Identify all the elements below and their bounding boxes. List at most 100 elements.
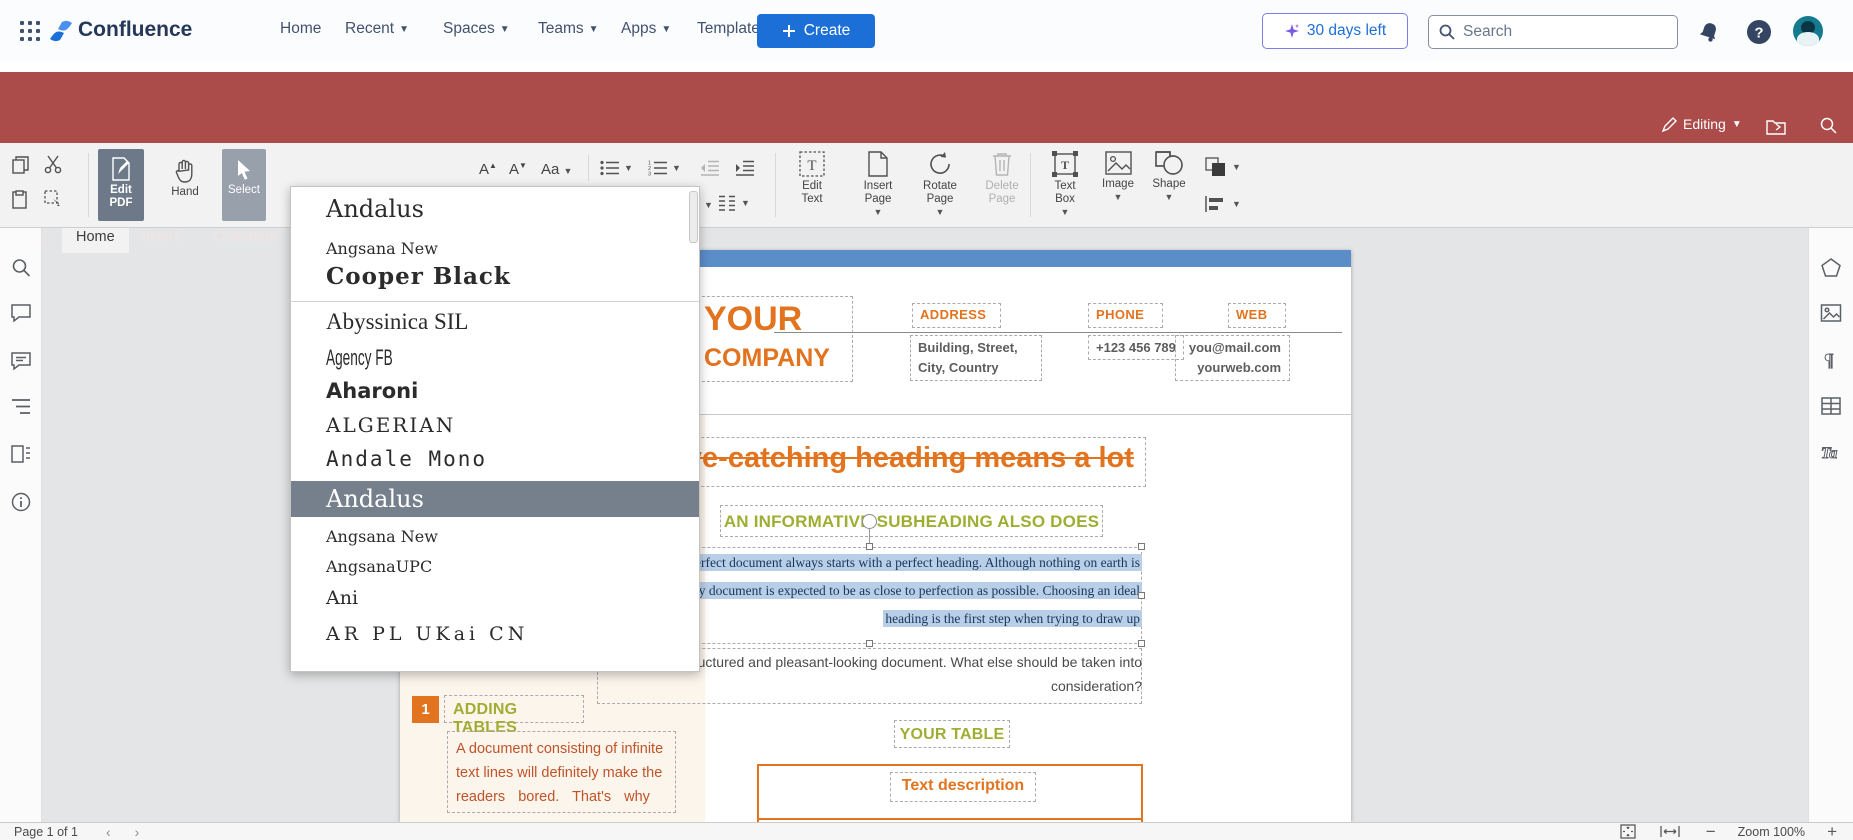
align-shape-button[interactable]: ▼ bbox=[1205, 195, 1241, 213]
image-button[interactable]: Image ▼ bbox=[1094, 151, 1142, 204]
open-file-location-icon[interactable] bbox=[1766, 118, 1786, 135]
sidebar-thumbnails-icon[interactable] bbox=[11, 445, 31, 463]
font-option[interactable]: AR PL UKai CN bbox=[291, 623, 700, 645]
paragraph-settings-icon[interactable]: ¶ bbox=[1823, 350, 1839, 369]
next-page-icon[interactable]: › bbox=[135, 824, 140, 840]
sidebar-comments-icon[interactable] bbox=[11, 304, 31, 323]
numbered-list-button[interactable]: 123 ▼ bbox=[648, 160, 681, 176]
insert-columns-button[interactable]: ▼ bbox=[718, 195, 750, 211]
decrease-font-size-button[interactable]: A▼ bbox=[509, 161, 527, 178]
section-title[interactable]: ADDING TABLES bbox=[444, 695, 584, 723]
resize-handle-s[interactable] bbox=[866, 640, 873, 647]
help-icon[interactable]: ? bbox=[1744, 17, 1774, 47]
copy-icon[interactable] bbox=[12, 156, 29, 174]
rotate-page-button[interactable]: RotatePage ▼ bbox=[914, 151, 966, 219]
nav-apps[interactable]: Apps▼ bbox=[621, 20, 671, 38]
text-art-settings-icon[interactable]: Ta bbox=[1820, 443, 1842, 461]
table-title[interactable]: YOUR TABLE bbox=[894, 720, 1010, 748]
fit-width-icon[interactable] bbox=[1660, 825, 1680, 838]
change-case-button[interactable]: Aa ▼ bbox=[541, 161, 572, 178]
increase-indent-button[interactable] bbox=[735, 160, 755, 176]
nav-recent[interactable]: Recent▼ bbox=[345, 20, 409, 38]
find-icon[interactable] bbox=[1820, 117, 1837, 134]
font-option-recent[interactable]: Andalus bbox=[291, 195, 700, 223]
contact-web-value[interactable]: you@mail.comyourweb.com bbox=[1175, 335, 1290, 381]
resize-handle-se[interactable] bbox=[1138, 640, 1145, 647]
previous-page-icon[interactable]: ‹ bbox=[106, 824, 111, 840]
contact-address-label[interactable]: ADDRESS bbox=[912, 303, 1001, 328]
resize-handle-n[interactable] bbox=[866, 543, 873, 550]
sidebar-about-icon[interactable] bbox=[11, 492, 31, 512]
editor-menu-row: File Home Insert Comment View Plugins Ed… bbox=[0, 110, 1853, 143]
cut-icon[interactable] bbox=[44, 155, 63, 174]
sidebar-search-icon[interactable] bbox=[11, 258, 30, 277]
search-input[interactable]: Search bbox=[1428, 15, 1678, 49]
font-option[interactable]: ALGERIAN bbox=[291, 413, 700, 437]
font-option[interactable]: Andale Mono bbox=[291, 447, 700, 471]
pencil-icon bbox=[1662, 117, 1677, 132]
bullet-list-button[interactable]: ▼ bbox=[600, 160, 633, 176]
contact-phone-label[interactable]: PHONE bbox=[1088, 303, 1163, 328]
document-subheading[interactable]: AN INFORMATIVE SUBHEADING ALSO DOES bbox=[720, 505, 1103, 537]
table-row-border bbox=[759, 818, 1141, 820]
sidebar-feedback-icon[interactable] bbox=[11, 352, 31, 371]
hand-tool-button[interactable]: Hand bbox=[160, 149, 210, 221]
zoom-out-button[interactable]: − bbox=[1706, 822, 1716, 840]
font-option[interactable]: Ani bbox=[291, 587, 700, 609]
section-body-block[interactable]: A document consisting of infinite text l… bbox=[447, 731, 676, 813]
fit-page-icon[interactable] bbox=[1620, 824, 1636, 839]
table-settings-icon[interactable] bbox=[1821, 397, 1841, 415]
rotate-handle[interactable] bbox=[862, 514, 877, 529]
shape-settings-icon[interactable] bbox=[1821, 258, 1841, 278]
font-option[interactable]: Abyssinica SIL bbox=[291, 309, 700, 335]
sidebar-navigation-icon[interactable] bbox=[11, 398, 31, 415]
insert-page-button[interactable]: InsertPage ▼ bbox=[852, 151, 904, 219]
chevron-down-icon: ▼ bbox=[1732, 119, 1742, 130]
company-name-block[interactable]: YOUR COMPANY bbox=[697, 296, 853, 382]
plus-icon bbox=[782, 24, 796, 38]
select-tool-button[interactable]: Select bbox=[222, 149, 266, 221]
shape-button[interactable]: Shape ▼ bbox=[1144, 151, 1194, 204]
font-option-selected[interactable]: Andalus bbox=[291, 481, 700, 517]
delete-page-button[interactable]: DeletePage bbox=[976, 151, 1028, 206]
line-spacing-chevron-icon[interactable]: ▼ bbox=[704, 200, 713, 210]
edit-text-button[interactable]: T EditText bbox=[786, 151, 838, 206]
contact-phone-value[interactable]: +123 456 789 bbox=[1088, 335, 1184, 360]
arrange-shape-button[interactable]: ▼ bbox=[1205, 157, 1241, 177]
notifications-bell-icon[interactable] bbox=[1694, 17, 1724, 47]
editing-mode-selector[interactable]: Editing ▼ bbox=[1662, 116, 1742, 132]
nav-spaces[interactable]: Spaces▼ bbox=[443, 20, 510, 38]
increase-font-size-button[interactable]: A▲ bbox=[479, 161, 497, 178]
font-option-recent[interactable]: Cooper Black bbox=[291, 263, 700, 290]
image-settings-icon[interactable] bbox=[1821, 304, 1842, 322]
font-option[interactable]: Aharoni bbox=[291, 379, 700, 403]
svg-text:3: 3 bbox=[648, 172, 651, 177]
nav-home[interactable]: Home bbox=[280, 20, 321, 38]
text-box-button[interactable]: T TextBox ▼ bbox=[1040, 151, 1090, 219]
font-option-recent[interactable]: Angsana New bbox=[291, 239, 700, 258]
arrange-icon bbox=[1205, 157, 1227, 177]
edit-pdf-button[interactable]: EditPDF bbox=[98, 149, 144, 221]
page-gap bbox=[0, 62, 1853, 72]
chevron-down-icon: ▼ bbox=[936, 207, 945, 217]
document-table[interactable]: Text description bbox=[757, 764, 1143, 822]
table-header-cell[interactable]: Text description bbox=[890, 772, 1036, 802]
app-switcher-icon[interactable] bbox=[20, 21, 40, 41]
user-avatar[interactable] bbox=[1793, 16, 1823, 46]
font-option[interactable]: Angsana New bbox=[291, 527, 700, 546]
resize-handle-ne[interactable] bbox=[1138, 543, 1145, 550]
resize-handle-e[interactable] bbox=[1138, 592, 1145, 599]
nav-teams[interactable]: Teams▼ bbox=[538, 20, 599, 38]
trial-badge[interactable]: 30 days left bbox=[1262, 13, 1408, 49]
paste-icon[interactable] bbox=[12, 190, 29, 209]
decrease-indent-button[interactable] bbox=[700, 160, 720, 176]
create-button[interactable]: Create bbox=[757, 14, 875, 48]
font-option[interactable]: Agency FB bbox=[291, 345, 700, 371]
contact-address-value[interactable]: Building, Street,City, Country bbox=[910, 335, 1042, 381]
select-all-icon[interactable] bbox=[44, 190, 62, 208]
paragraph-line: heading is the first step when trying to… bbox=[883, 611, 1142, 627]
contact-web-label[interactable]: WEB bbox=[1228, 303, 1286, 328]
font-option[interactable]: AngsanaUPC bbox=[291, 557, 700, 576]
dropdown-scrollbar[interactable] bbox=[689, 191, 698, 243]
zoom-in-button[interactable]: + bbox=[1827, 822, 1837, 840]
